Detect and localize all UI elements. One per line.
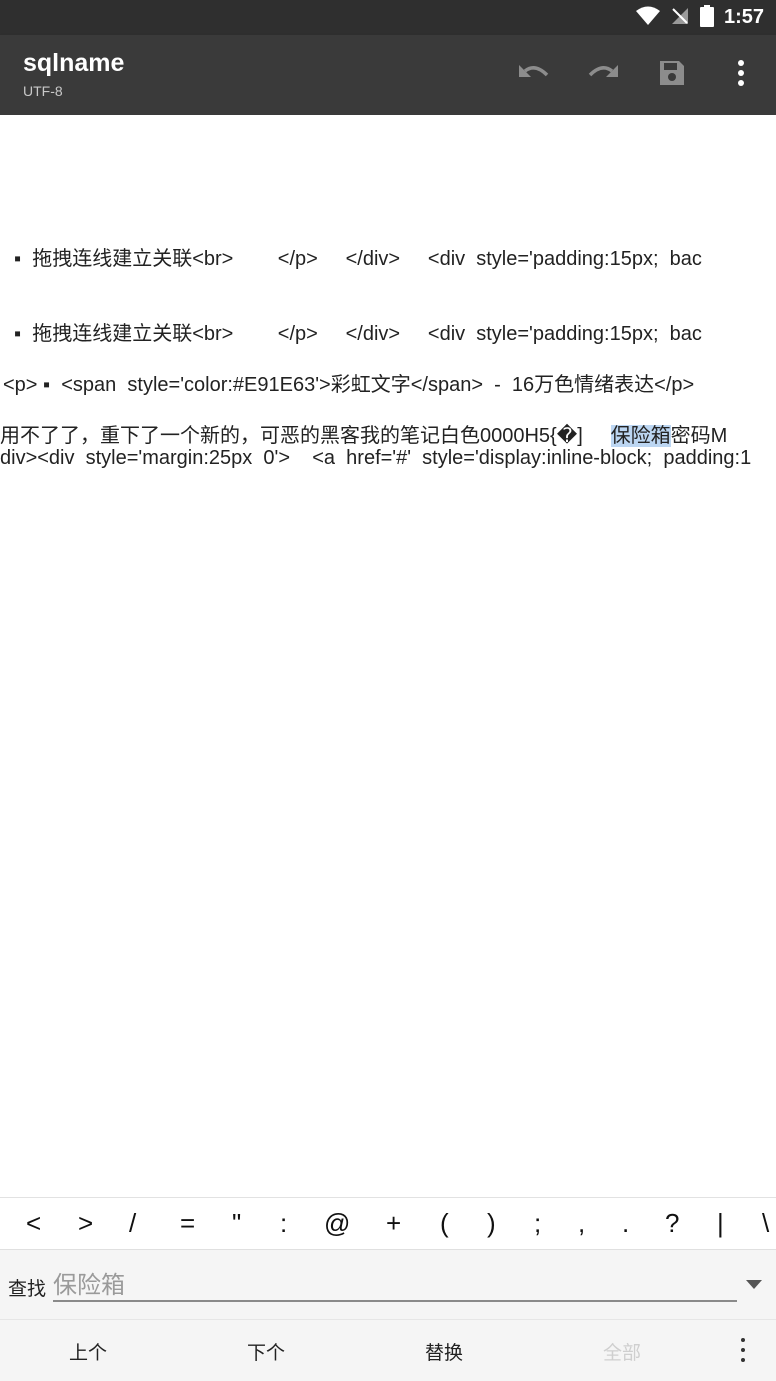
symbol-key[interactable]: .	[622, 1208, 629, 1239]
wifi-icon	[635, 6, 660, 30]
symbol-key[interactable]: <	[26, 1208, 41, 1239]
clock: 1:57	[723, 6, 764, 28]
save-button[interactable]	[652, 55, 692, 95]
more-vert-icon	[737, 60, 745, 90]
redo-button[interactable]	[583, 55, 623, 95]
find-label: 查找	[8, 1278, 47, 1300]
symbol-key[interactable]: |	[717, 1208, 724, 1239]
replace-all-button[interactable]: 全部	[603, 1338, 641, 1365]
overflow-menu-button[interactable]	[721, 55, 761, 95]
editor-line: <p> ▪ <span style='color:#E91E63'>彩虹文字</…	[3, 374, 695, 396]
symbol-key[interactable]: @	[324, 1208, 350, 1239]
symbol-key[interactable]: +	[386, 1208, 401, 1239]
find-previous-button[interactable]: 上个	[69, 1338, 107, 1365]
app-toolbar: sqlname UTF-8	[0, 35, 776, 115]
symbol-key[interactable]: /	[129, 1208, 136, 1239]
symbol-key[interactable]: ;	[534, 1208, 541, 1239]
find-next-button[interactable]: 下个	[247, 1338, 285, 1365]
find-actions-bar: 上个 下个 替换 全部	[0, 1319, 776, 1381]
search-match-highlight: 保险箱	[610, 425, 671, 447]
file-title: sqlname	[23, 49, 125, 77]
save-icon	[658, 59, 686, 91]
status-bar: 1:57	[0, 0, 776, 35]
symbol-key[interactable]: \	[762, 1208, 769, 1239]
file-encoding: UTF-8	[23, 83, 63, 99]
find-input[interactable]	[53, 1266, 737, 1302]
editor-line: ▪ 拖拽连线建立关联<br> </p> </div> <div style='p…	[14, 248, 702, 270]
editor-line: ▪ 拖拽连线建立关联<br> </p> </div> <div style='p…	[14, 323, 702, 345]
line-text: 密码M	[670, 425, 728, 447]
text-editor[interactable]: ▪ 拖拽连线建立关联<br> </p> </div> <div style='p…	[0, 115, 776, 1197]
symbol-key[interactable]: >	[78, 1208, 93, 1239]
find-bar: 查找	[0, 1249, 776, 1320]
undo-button[interactable]	[514, 55, 554, 95]
symbol-key[interactable]: )	[487, 1208, 496, 1239]
symbol-key[interactable]: (	[440, 1208, 449, 1239]
line-text: 用不了了，重下了一个新的，可恶的黑客我的笔记白色0000H5{�]	[0, 425, 611, 447]
redo-icon	[586, 61, 620, 89]
battery-icon	[699, 4, 714, 31]
symbol-key[interactable]: :	[280, 1208, 287, 1239]
editor-line: 用不了了，重下了一个新的，可恶的黑客我的笔记白色0000H5{�] 保险箱密码M	[0, 419, 727, 448]
find-options-dropdown-icon[interactable]	[746, 1280, 762, 1289]
no-signal-icon	[670, 6, 690, 30]
symbol-input-bar: < > / = " : @ + ( ) ; , . ? | \	[0, 1197, 776, 1250]
replace-button[interactable]: 替换	[425, 1338, 463, 1365]
more-options-icon[interactable]	[736, 1338, 750, 1362]
symbol-key[interactable]: ?	[665, 1208, 679, 1239]
undo-icon	[517, 61, 551, 89]
editor-line: div><div style='margin:25px 0'> <a href=…	[0, 447, 752, 469]
symbol-key[interactable]: "	[232, 1208, 241, 1239]
symbol-key[interactable]: ,	[578, 1208, 585, 1239]
symbol-key[interactable]: =	[180, 1208, 195, 1239]
